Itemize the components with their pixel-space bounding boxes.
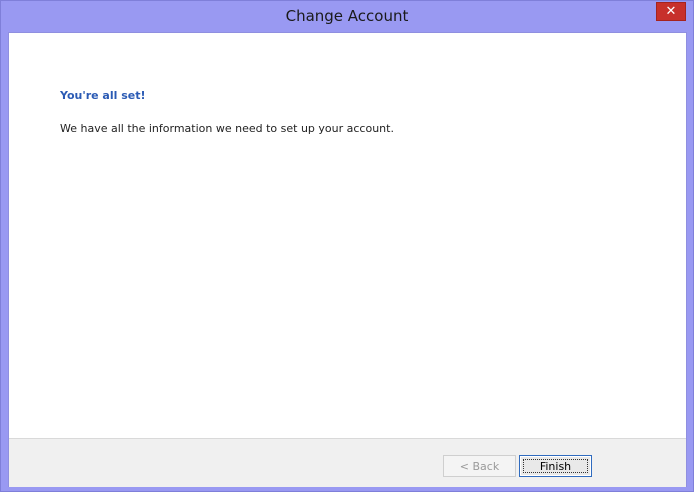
close-icon: ✕: [665, 4, 677, 19]
finish-button[interactable]: Finish: [519, 455, 592, 477]
back-button-label: < Back: [459, 459, 500, 473]
back-button[interactable]: < Back: [443, 455, 516, 477]
info-message: We have all the information we need to s…: [60, 122, 394, 135]
window-title: Change Account: [285, 7, 409, 25]
change-account-window: Change Account ✕ You're all set! We have…: [0, 0, 694, 492]
title-bar[interactable]: Change Account ✕: [1, 1, 693, 32]
finish-button-label: Finish: [539, 459, 572, 473]
button-bar: < Back Finish: [9, 438, 686, 487]
page-heading: You're all set!: [60, 89, 146, 102]
dialog-client-area: You're all set! We have all the informat…: [8, 32, 687, 487]
content-pane: You're all set! We have all the informat…: [9, 33, 686, 438]
close-button[interactable]: ✕: [656, 2, 686, 21]
